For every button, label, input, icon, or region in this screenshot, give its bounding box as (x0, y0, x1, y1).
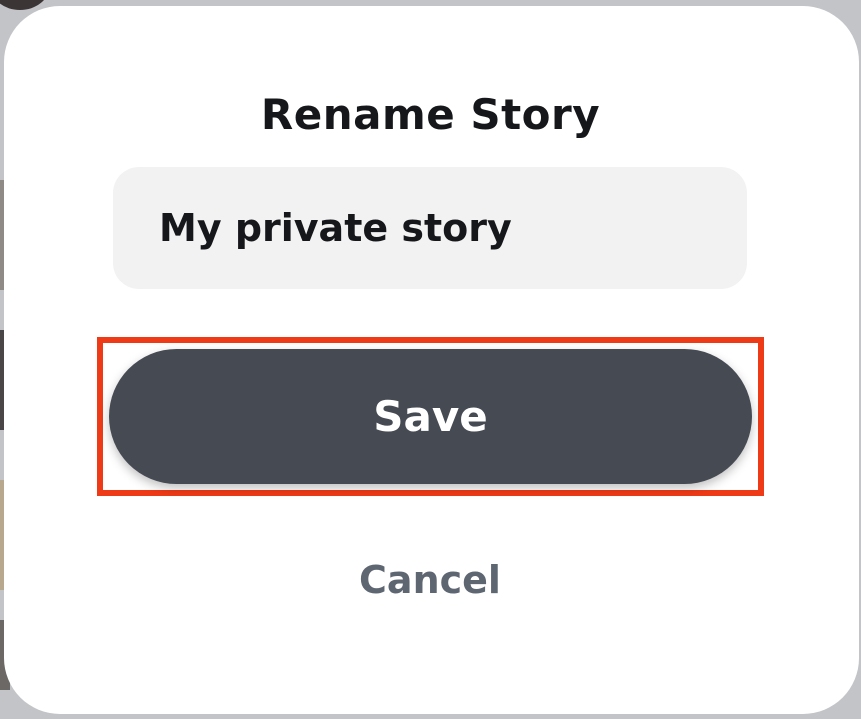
cancel-button[interactable]: Cancel (330, 552, 530, 608)
dialog-title: Rename Story (260, 90, 601, 139)
save-button[interactable]: Save (109, 349, 752, 484)
story-name-input[interactable]: My private story (113, 167, 747, 289)
